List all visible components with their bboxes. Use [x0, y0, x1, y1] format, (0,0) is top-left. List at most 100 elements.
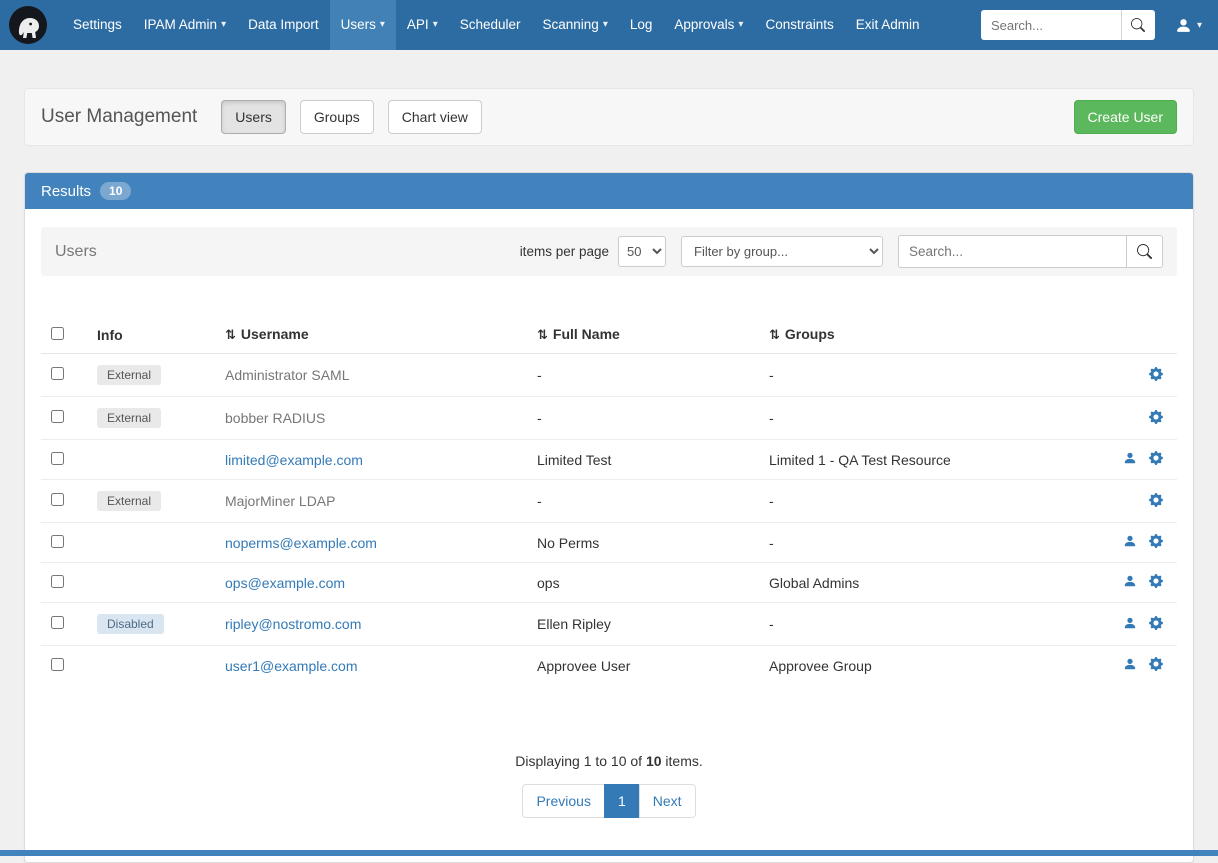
user-icon: [1175, 17, 1192, 34]
person-icon: [1123, 616, 1137, 630]
nav-item-scheduler[interactable]: Scheduler: [449, 0, 532, 50]
gear-icon: [1149, 493, 1163, 507]
nav-item-constraints[interactable]: Constraints: [754, 0, 844, 50]
groups: -: [761, 354, 1097, 397]
row-checkbox[interactable]: [51, 367, 64, 380]
tab-chart-view-button[interactable]: Chart view: [388, 100, 482, 134]
nav-item-label: Data Import: [248, 0, 319, 50]
nav-item-label: Constraints: [765, 0, 833, 50]
table-row: noperms@example.com No Perms -: [41, 523, 1177, 563]
username: MajorMiner LDAP: [225, 493, 335, 509]
full-name: -: [529, 354, 761, 397]
row-checkbox[interactable]: [51, 575, 64, 588]
edit-user-gear-icon[interactable]: [1149, 534, 1163, 551]
nav-item-ipam-admin[interactable]: IPAM Admin▾: [133, 0, 237, 50]
tab-groups-button[interactable]: Groups: [300, 100, 374, 134]
user-permissions-icon[interactable]: [1123, 574, 1137, 591]
items-per-page-label: items per page: [520, 244, 609, 259]
brand-logo[interactable]: [8, 5, 48, 45]
username-link[interactable]: ripley@nostromo.com: [225, 616, 361, 632]
nav-item-exit-admin[interactable]: Exit Admin: [845, 0, 931, 50]
nav-item-label: Users: [341, 0, 376, 50]
row-checkbox[interactable]: [51, 535, 64, 548]
mammoth-logo-icon: [8, 5, 48, 45]
sort-icon: ⇅: [225, 328, 236, 343]
nav-item-label: Scanning: [543, 0, 599, 50]
navbar-search-input[interactable]: [981, 10, 1121, 40]
pagination-next[interactable]: Next: [639, 784, 696, 818]
page-header: User Management Users Groups Chart view …: [24, 88, 1194, 146]
search-icon: [1131, 18, 1145, 32]
pagination-page-1[interactable]: 1: [604, 784, 640, 818]
row-checkbox[interactable]: [51, 616, 64, 629]
table-search-input[interactable]: [898, 235, 1126, 268]
pagination-previous[interactable]: Previous: [522, 784, 604, 818]
summary-prefix: Displaying 1 to 10 of: [515, 753, 646, 769]
column-header-username[interactable]: ⇅Username: [217, 316, 529, 354]
results-panel-heading: Results 10: [25, 173, 1193, 209]
person-icon: [1123, 451, 1137, 465]
nav-item-label: API: [407, 0, 429, 50]
nav-item-approvals[interactable]: Approvals▾: [663, 0, 754, 50]
toolbar-controls: items per page 50 Filter by group...: [520, 235, 1163, 268]
sort-icon: ⇅: [537, 328, 548, 343]
table-row: Disabled ripley@nostromo.com Ellen Riple…: [41, 603, 1177, 646]
page-title: User Management: [41, 106, 197, 128]
nav-item-label: IPAM Admin: [144, 0, 217, 50]
gear-icon: [1149, 574, 1163, 588]
full-name: Limited Test: [529, 440, 761, 480]
row-checkbox[interactable]: [51, 452, 64, 465]
toolbar-title: Users: [55, 243, 97, 261]
username-link[interactable]: limited@example.com: [225, 452, 363, 468]
user-permissions-icon[interactable]: [1123, 616, 1137, 633]
username-link[interactable]: noperms@example.com: [225, 535, 377, 551]
chevron-down-icon: ▾: [433, 0, 438, 50]
column-header-groups[interactable]: ⇅Groups: [761, 316, 1097, 354]
table-search-button[interactable]: [1126, 235, 1163, 268]
column-header-label: Full Name: [553, 326, 620, 342]
user-permissions-icon[interactable]: [1123, 657, 1137, 674]
column-header-label: Groups: [785, 326, 835, 342]
pagination: Previous 1 Next: [41, 784, 1177, 818]
full-name: Approvee User: [529, 646, 761, 686]
items-per-page-select[interactable]: 50: [618, 236, 666, 267]
table-search: [898, 235, 1163, 268]
edit-user-gear-icon[interactable]: [1149, 451, 1163, 468]
nav-item-users[interactable]: Users▾: [330, 0, 396, 50]
create-user-button[interactable]: Create User: [1074, 100, 1177, 134]
user-permissions-icon[interactable]: [1123, 534, 1137, 551]
edit-user-gear-icon[interactable]: [1149, 410, 1163, 427]
gear-icon: [1149, 657, 1163, 671]
account-menu[interactable]: ▾: [1169, 17, 1208, 34]
tab-users-button[interactable]: Users: [221, 100, 286, 134]
results-title: Results: [41, 183, 91, 200]
summary-suffix: items.: [662, 753, 703, 769]
nav-item-data-import[interactable]: Data Import: [237, 0, 330, 50]
username-link[interactable]: ops@example.com: [225, 575, 345, 591]
column-header-full-name[interactable]: ⇅ Full Name: [529, 316, 761, 354]
edit-user-gear-icon[interactable]: [1149, 493, 1163, 510]
nav-item-log[interactable]: Log: [619, 0, 664, 50]
footer-bar: [0, 850, 1218, 856]
row-checkbox[interactable]: [51, 410, 64, 423]
chevron-down-icon: ▾: [1197, 20, 1202, 31]
edit-user-gear-icon[interactable]: [1149, 367, 1163, 384]
row-checkbox[interactable]: [51, 493, 64, 506]
edit-user-gear-icon[interactable]: [1149, 574, 1163, 591]
edit-user-gear-icon[interactable]: [1149, 616, 1163, 633]
gear-icon: [1149, 534, 1163, 548]
nav-item-api[interactable]: API▾: [396, 0, 449, 50]
row-checkbox[interactable]: [51, 658, 64, 671]
status-badge: External: [97, 365, 161, 385]
nav-item-settings[interactable]: Settings: [62, 0, 133, 50]
username-link[interactable]: user1@example.com: [225, 658, 358, 674]
user-permissions-icon[interactable]: [1123, 451, 1137, 468]
edit-user-gear-icon[interactable]: [1149, 657, 1163, 674]
select-all-checkbox[interactable]: [51, 327, 64, 340]
chevron-down-icon: ▾: [738, 0, 743, 50]
nav-item-label: Settings: [73, 0, 122, 50]
nav-item-scanning[interactable]: Scanning▾: [532, 0, 619, 50]
navbar-search-button[interactable]: [1121, 10, 1155, 40]
group-filter-select[interactable]: Filter by group...: [681, 236, 883, 267]
column-header-info: Info: [89, 316, 217, 354]
